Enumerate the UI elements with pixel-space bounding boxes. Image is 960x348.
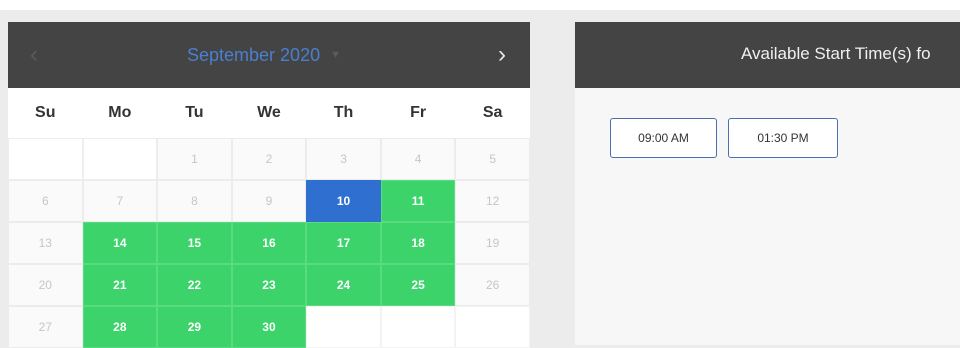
day-cell-7: 7 (82, 180, 158, 222)
time-slot-list: 09:00 AM 01:30 PM (610, 118, 838, 158)
weekday-label: We (257, 104, 281, 121)
calendar-week-row: 20 21 22 23 24 25 26 (8, 264, 530, 306)
day-cell-15[interactable]: 15 (157, 222, 232, 264)
weekday-label: Sa (482, 104, 503, 121)
day-cell-1: 1 (157, 138, 232, 180)
day-cell-22[interactable]: 22 (157, 264, 232, 306)
day-cell-20: 20 (8, 264, 83, 306)
day-cell-19: 19 (455, 222, 530, 264)
day-cell-17[interactable]: 17 (306, 222, 381, 264)
time-panel-header: Available Start Time(s) fo (575, 22, 960, 88)
day-cell-11[interactable]: 11 (380, 180, 456, 222)
weekday-label: Th (333, 104, 354, 121)
calendar-grid: 1 2 3 4 5 6 7 8 9 10 11 12 13 14 15 16 17 18 19 20 21 22 23 24 2… (8, 138, 530, 348)
day-cell-empty (380, 306, 456, 348)
day-cell-3: 3 (306, 138, 381, 180)
time-slot-button[interactable]: 09:00 AM (610, 118, 717, 158)
day-cell-12: 12 (455, 180, 530, 222)
day-cell-30[interactable]: 30 (231, 306, 307, 348)
weekday-header-row: Su Mo Tu We Th Fr Sa (8, 88, 530, 138)
day-cell-2: 2 (231, 138, 307, 180)
calendar: ‹ September 2020 ▼ › Su Mo Tu We Th Fr S… (8, 22, 530, 348)
day-cell-18[interactable]: 18 (380, 222, 456, 264)
top-strip (0, 0, 960, 10)
calendar-week-row: 13 14 15 16 17 18 19 (8, 222, 530, 264)
day-cell-28[interactable]: 28 (82, 306, 158, 348)
day-cell-24[interactable]: 24 (306, 264, 381, 306)
caret-down-icon: ▼ (330, 49, 341, 61)
day-cell-25[interactable]: 25 (380, 264, 456, 306)
day-cell-8: 8 (157, 180, 232, 222)
day-cell-9: 9 (231, 180, 307, 222)
day-cell-16[interactable]: 16 (231, 222, 307, 264)
day-cell-14[interactable]: 14 (82, 222, 158, 264)
day-cell-6: 6 (8, 180, 83, 222)
calendar-week-row: 27 28 29 30 (8, 306, 530, 348)
day-cell-empty (82, 138, 158, 180)
chevron-right-icon[interactable]: › (482, 22, 522, 88)
day-cell-empty (455, 306, 530, 348)
weekday-label: Mo (108, 104, 132, 121)
chevron-left-icon[interactable]: ‹ (14, 22, 54, 88)
time-slot-button[interactable]: 01:30 PM (728, 118, 838, 158)
day-cell-empty (8, 138, 83, 180)
day-cell-4: 4 (380, 138, 456, 180)
weekday-label: Fr (410, 104, 427, 121)
time-panel: Available Start Time(s) fo 09:00 AM 01:3… (575, 22, 960, 345)
day-cell-empty (306, 306, 381, 348)
month-select[interactable]: September 2020 ▼ (187, 45, 341, 66)
day-cell-5: 5 (455, 138, 530, 180)
day-cell-26: 26 (455, 264, 530, 306)
calendar-week-row: 12345 (8, 138, 530, 180)
day-cell-29[interactable]: 29 (157, 306, 232, 348)
day-cell-23[interactable]: 23 (231, 264, 307, 306)
calendar-header: ‹ September 2020 ▼ › (8, 22, 530, 88)
weekday-label: Su (35, 104, 56, 121)
month-label: September 2020 (187, 44, 321, 65)
weekday-label: Tu (185, 104, 204, 121)
day-cell-13: 13 (8, 222, 83, 264)
day-cell-10[interactable]: 10 (306, 180, 381, 222)
day-cell-27: 27 (8, 306, 83, 348)
calendar-week-row: 6 7 8 9 10 11 12 (8, 180, 530, 222)
time-panel-title: Available Start Time(s) fo (741, 44, 931, 63)
day-cell-21[interactable]: 21 (82, 264, 158, 306)
